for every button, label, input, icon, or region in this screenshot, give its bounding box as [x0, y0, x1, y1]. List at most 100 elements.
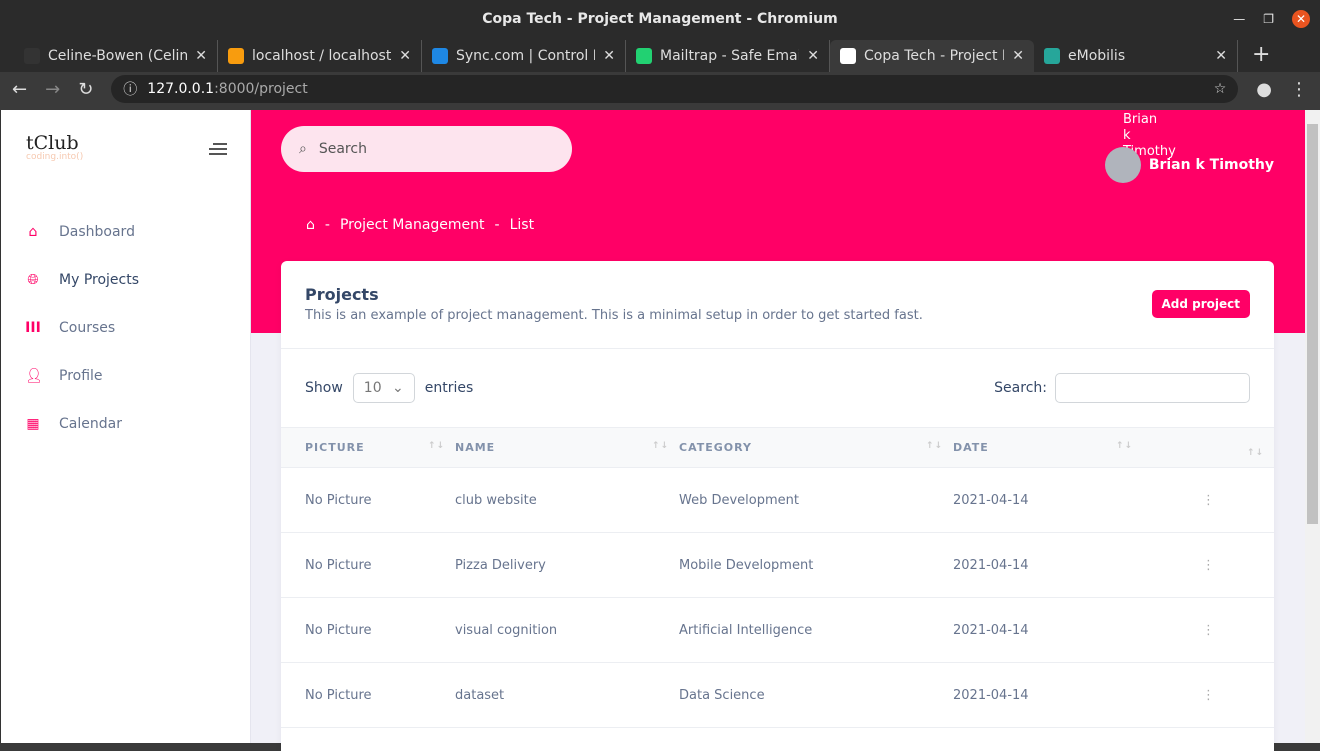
maximize-button[interactable]: ❐	[1263, 0, 1274, 38]
row-actions-icon[interactable]: ⋮	[1143, 662, 1274, 728]
mailtrap-icon	[636, 48, 652, 64]
url-path: :8000/project	[214, 81, 308, 97]
hamburger-icon[interactable]	[209, 143, 227, 158]
scrollbar[interactable]	[1305, 110, 1320, 743]
url-input[interactable]: ⓘ 127.0.0.1:8000/project ☆	[111, 75, 1239, 103]
breadcrumb: ⌂ - Project Management - List	[306, 217, 535, 233]
sidebar-item-my-projects[interactable]: 🌐︎ My Projects	[1, 256, 251, 304]
tab-title: Mailtrap - Safe Email	[660, 48, 800, 64]
sort-icon: ↑↓	[651, 441, 669, 451]
sidebar-item-dashboard[interactable]: ⌂ Dashboard	[1, 208, 251, 256]
table-cell: Data Science	[679, 662, 953, 728]
show-label: Show	[305, 380, 343, 396]
column-header[interactable]: NAME ↑↓	[455, 427, 679, 468]
forward-icon[interactable]: →	[45, 79, 60, 100]
table-cell: Mobile Development	[679, 532, 953, 598]
close-tab-icon[interactable]: ✕	[195, 48, 207, 64]
search-icon: ⌕	[299, 141, 307, 157]
table-cell: 2021-04-14	[953, 597, 1143, 663]
table-cell: 2021-04-14	[953, 467, 1143, 533]
logo[interactable]: tClub coding.into()	[26, 132, 83, 162]
browser-tab[interactable]: eMobilis ✕	[1034, 40, 1238, 72]
sidebar-item-label: Courses	[59, 320, 116, 336]
window-titlebar: Copa Tech - Project Management - Chromiu…	[0, 0, 1320, 38]
address-bar: ← → ↻ ⓘ 127.0.0.1:8000/project ☆ ● ⋮	[0, 72, 1320, 106]
column-header[interactable]: ↑↓	[1143, 427, 1274, 468]
close-tab-icon[interactable]: ✕	[399, 48, 411, 64]
table-cell: No Picture	[281, 467, 455, 533]
chevron-down-icon: ⌄	[392, 380, 404, 396]
sidebar-item-label: Dashboard	[59, 224, 135, 240]
sidebar-item-label: My Projects	[59, 272, 140, 288]
close-window-button[interactable]: ✕	[1292, 10, 1310, 28]
new-tab-button[interactable]: +	[1238, 40, 1284, 72]
add-project-button[interactable]: Add project	[1151, 290, 1250, 318]
breadcrumb-item[interactable]: Project Management	[340, 217, 485, 233]
home-icon[interactable]: ⌂	[306, 217, 315, 233]
reload-icon[interactable]: ↻	[78, 79, 93, 100]
row-actions-icon[interactable]: ⋮	[1143, 467, 1274, 533]
calendar-icon: ▦	[26, 416, 40, 432]
info-icon[interactable]: ⓘ	[123, 79, 137, 99]
browser-tab[interactable]: Copa Tech - Project M ✕	[830, 40, 1034, 72]
table-cell: No Picture	[281, 662, 455, 728]
column-header[interactable]: CATEGORY ↑↓	[679, 427, 953, 468]
menu-icon[interactable]: ⋮	[1290, 79, 1308, 100]
column-label: PICTURE	[305, 441, 365, 454]
column-label: DATE	[953, 441, 989, 454]
close-tab-icon[interactable]: ✕	[1012, 48, 1024, 64]
table-row: No Picture Pizza Delivery Mobile Developme…	[281, 532, 1274, 598]
table-search-label: Search:	[994, 380, 1047, 396]
projects-card: Projects This is an example of project ma…	[281, 261, 1274, 751]
search-input[interactable]: ⌕ Search	[281, 126, 572, 172]
browser-tab[interactable]: Sync.com | Control P ✕	[422, 40, 626, 72]
table-cell: 2021-04-14	[953, 532, 1143, 598]
card-title: Projects	[305, 285, 379, 304]
sidebar-item-courses[interactable]: III Courses	[1, 304, 251, 352]
table-cell: club website	[455, 467, 679, 533]
search-placeholder: Search	[318, 141, 367, 157]
browser-tab[interactable]: localhost / localhost ✕	[218, 40, 422, 72]
back-icon[interactable]: ←	[12, 79, 27, 100]
star-icon[interactable]: ☆	[1214, 81, 1227, 97]
books-icon: III	[25, 320, 41, 336]
column-label: NAME	[455, 441, 496, 454]
table-cell: Web Development	[679, 467, 953, 533]
close-tab-icon[interactable]: ✕	[1215, 48, 1227, 64]
entries-label: entries	[424, 380, 474, 396]
column-header[interactable]: PICTURE ↑↓	[281, 427, 455, 468]
table-cell: Pizza Delivery	[455, 532, 679, 598]
table-cell: visual cognition	[455, 597, 679, 663]
close-tab-icon[interactable]: ✕	[807, 48, 819, 64]
github-icon	[24, 48, 40, 64]
row-actions-icon[interactable]: ⋮	[1143, 532, 1274, 598]
logo-tagline: coding.into()	[26, 152, 84, 162]
browser-tab[interactable]: Mailtrap - Safe Email ✕	[626, 40, 830, 72]
table-search-input[interactable]	[1055, 373, 1250, 403]
table-row: No Picture dataset Data Science 2021-04-14 ⋮	[281, 662, 1274, 728]
sort-icon: ↑↓	[1246, 447, 1264, 458]
table-row: No Picture visual cognition Artificial Int…	[281, 597, 1274, 663]
minimize-button[interactable]: —	[1233, 0, 1245, 38]
avatar	[1104, 147, 1141, 183]
close-tab-icon[interactable]: ✕	[603, 48, 615, 64]
tab-title: Celine-Bowen (Celine	[48, 48, 188, 64]
phpmyadmin-icon	[228, 48, 244, 64]
card-subtitle: This is an example of project management…	[305, 308, 923, 323]
sidebar-item-calendar[interactable]: ▦ Calendar	[1, 400, 251, 448]
sidebar-item-profile[interactable]: 👤︎ Profile	[1, 352, 251, 400]
browser-tab[interactable]: Celine-Bowen (Celine ✕	[14, 40, 218, 72]
tab-title: eMobilis	[1068, 48, 1126, 64]
table-cell: dataset	[455, 662, 679, 728]
tab-title: Sync.com | Control P	[456, 48, 596, 64]
table-row: No Picture club website Web Development 202…	[281, 467, 1274, 533]
projects-table: PICTURE ↑↓ NAME ↑↓ CATEGORY ↑↓ DATE ↑↓ ↑↓ No Pict…	[281, 427, 1274, 728]
table-cell: 2021-04-14	[953, 662, 1143, 728]
user-menu[interactable]: Brian k Timothy	[1104, 147, 1274, 183]
sort-icon: ↑↓	[925, 441, 943, 451]
column-header[interactable]: DATE ↑↓	[953, 427, 1143, 468]
entries-select[interactable]: 10 ⌄	[352, 373, 415, 403]
row-actions-icon[interactable]: ⋮	[1143, 597, 1274, 663]
table-cell: Artificial Intelligence	[679, 597, 953, 663]
profile-icon[interactable]: ●	[1256, 79, 1272, 100]
